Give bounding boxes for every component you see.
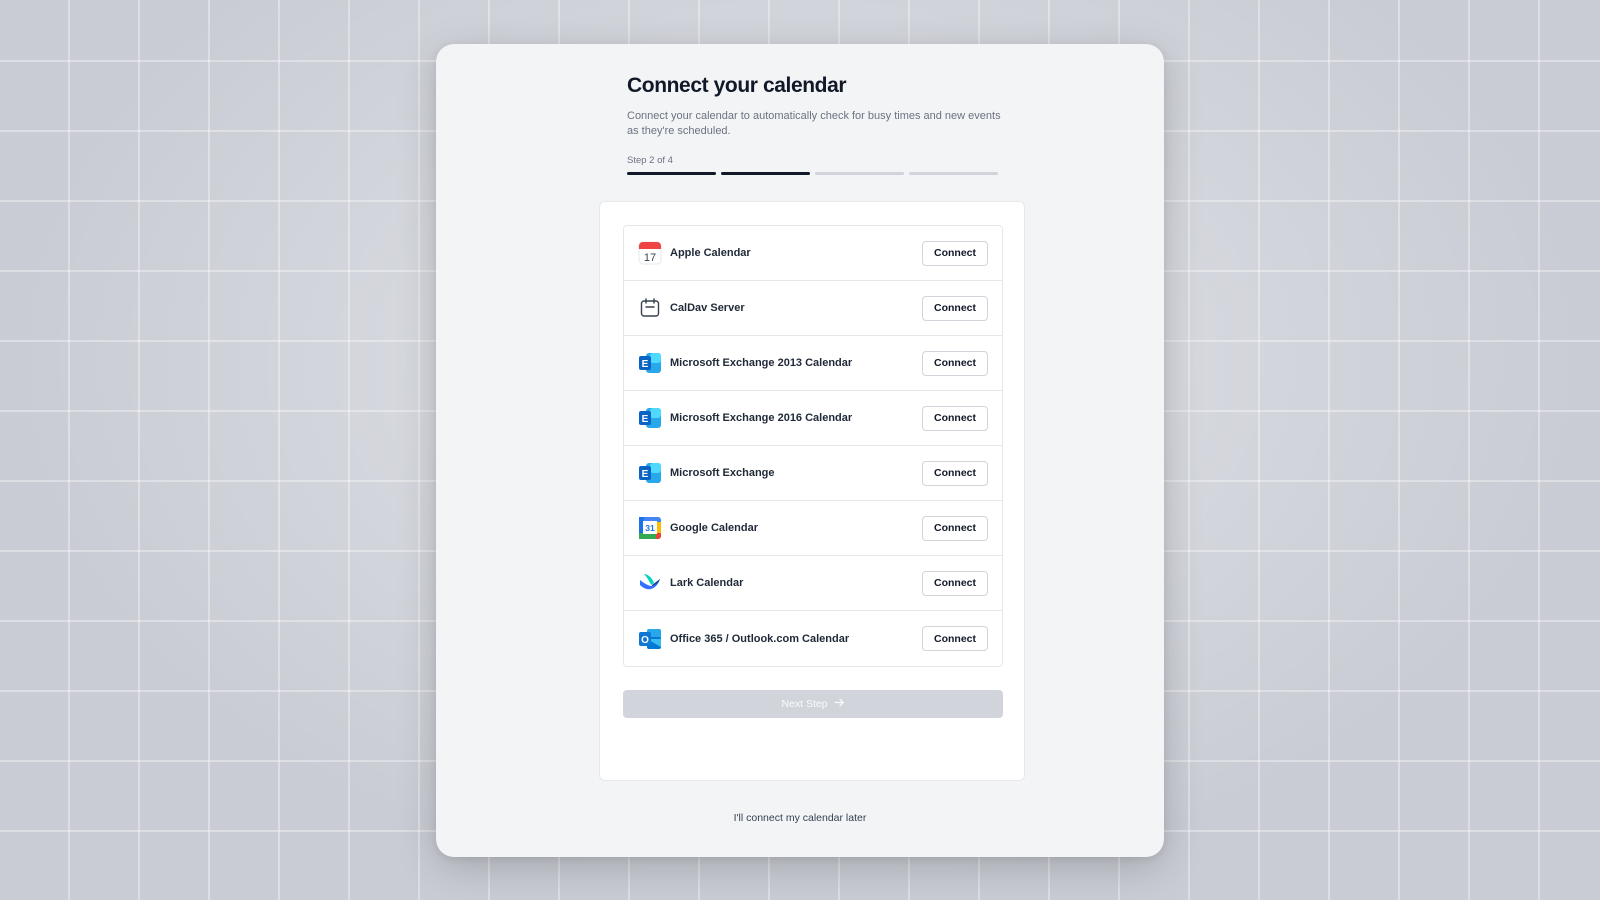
calendar-row-google: 31 Google Calendar Connect [624,501,1002,556]
step-label: Step 2 of 4 [627,155,673,166]
calendar-name: Google Calendar [670,522,759,534]
progress-segment-1 [627,172,716,175]
progress-segment-3 [815,172,904,175]
next-step-button[interactable]: Next Step [623,690,1003,718]
apple-calendar-icon: 17 [638,241,662,265]
outlook-icon: O [638,627,662,651]
svg-text:E: E [642,469,649,480]
skip-link[interactable]: I'll connect my calendar later [436,812,1164,824]
exchange-icon: E [638,406,662,430]
connect-button-caldav[interactable]: Connect [922,295,988,321]
onboarding-window: Connect your calendar Connect your calen… [436,44,1164,857]
connect-button-exchange-2013[interactable]: Connect [922,350,988,376]
calendar-row-lark: Lark Calendar Connect [624,556,1002,611]
page-subtitle: Connect your calendar to automatically c… [627,110,1001,137]
connect-button-office365[interactable]: Connect [922,626,988,651]
calendar-name: Lark Calendar [670,577,744,589]
calendar-name: Microsoft Exchange 2016 Calendar [670,412,853,424]
page-header: Connect your calendar Connect your calen… [627,74,1007,175]
connect-button-exchange-2016[interactable]: Connect [922,405,988,431]
calendar-row-apple: 17 Apple Calendar Connect [624,226,1002,281]
calendar-row-office365: O Office 365 / Outlook.com Calendar Conn… [624,611,1002,666]
calendar-row-exchange-2016: E Microsoft Exchange 2016 Calendar Conne… [624,391,1002,446]
calendar-row-caldav: CalDav Server Connect [624,281,1002,336]
connect-button-exchange[interactable]: Connect [922,460,988,486]
connect-button-apple[interactable]: Connect [922,240,988,266]
arrow-right-icon [834,697,845,711]
svg-text:E: E [642,414,649,425]
page-title: Connect your calendar [627,74,847,97]
calendar-name: Microsoft Exchange [670,467,775,479]
connect-button-lark[interactable]: Connect [922,570,988,596]
calendar-card: 17 Apple Calendar Connect CalDav Server … [599,201,1025,781]
progress-segment-2 [721,172,810,175]
svg-text:E: E [642,359,649,370]
svg-text:O: O [641,635,649,646]
step-progress [627,172,998,175]
google-calendar-icon: 31 [638,516,662,540]
calendar-name: Apple Calendar [670,247,751,259]
progress-segment-4 [909,172,998,175]
calendar-name: CalDav Server [670,302,745,314]
next-step-label: Next Step [781,698,828,710]
calendar-list: 17 Apple Calendar Connect CalDav Server … [623,225,1003,667]
caldav-calendar-icon [638,296,662,320]
lark-icon [638,571,662,595]
calendar-row-exchange-2013: E Microsoft Exchange 2013 Calendar Conne… [624,336,1002,391]
svg-text:31: 31 [645,523,655,533]
connect-button-google[interactable]: Connect [922,515,988,541]
calendar-name: Office 365 / Outlook.com Calendar [670,632,850,645]
calendar-row-exchange: E Microsoft Exchange Connect [624,446,1002,501]
exchange-icon: E [638,461,662,485]
svg-text:17: 17 [644,252,656,264]
exchange-icon: E [638,351,662,375]
calendar-name: Microsoft Exchange 2013 Calendar [670,357,853,369]
